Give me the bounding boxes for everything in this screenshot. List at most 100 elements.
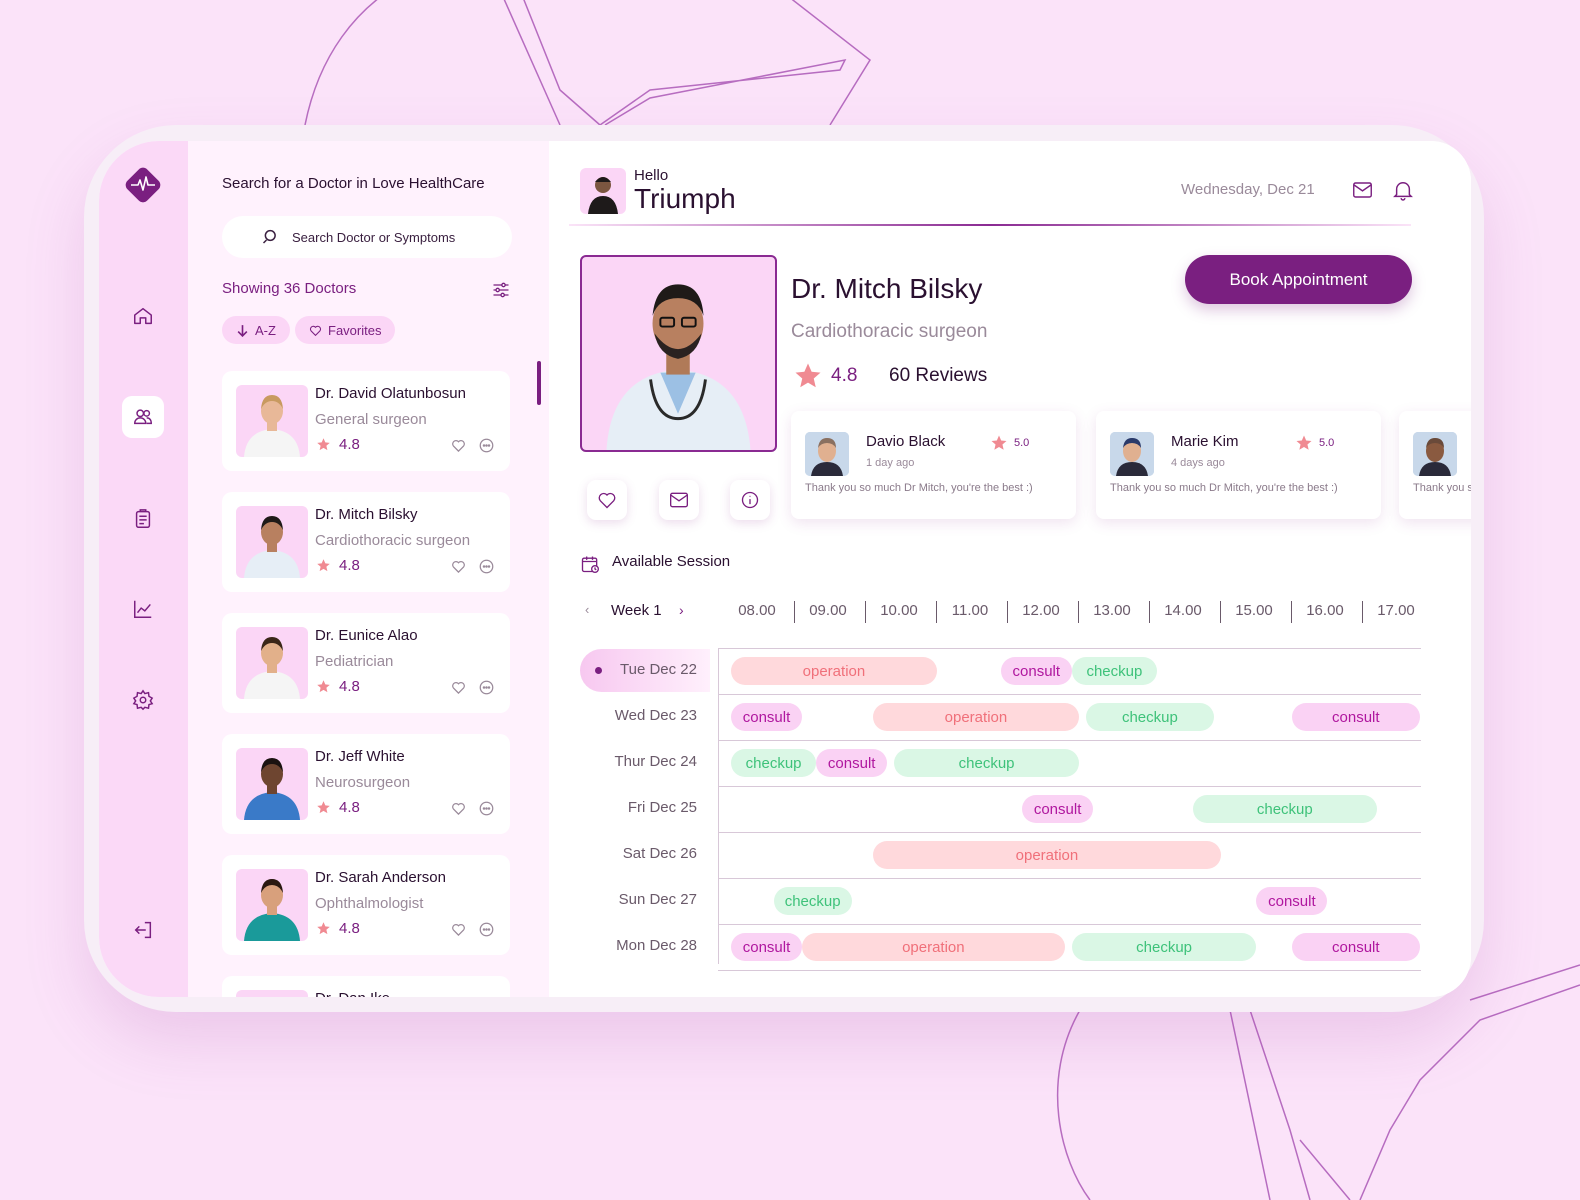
hour-label: 12.00 xyxy=(1022,602,1060,619)
day-label[interactable]: Sun Dec 27 xyxy=(580,891,697,908)
checkup-session-pill[interactable]: checkup xyxy=(894,749,1079,777)
schedule-row-line xyxy=(718,786,1421,787)
doctor-card-specialty: General surgeon xyxy=(315,411,427,428)
review-rating: 5.0 xyxy=(1319,437,1335,449)
schedule-row-line xyxy=(718,694,1421,695)
favorites-chip[interactable]: Favorites xyxy=(295,316,396,344)
greeting: Hello xyxy=(634,167,669,184)
more-icon[interactable] xyxy=(479,559,494,574)
nav-home[interactable] xyxy=(122,295,164,337)
reviewer-avatar xyxy=(1413,432,1457,476)
doctor-card-specialty: Ophthalmologist xyxy=(315,895,424,912)
current-date: Wednesday, Dec 21 xyxy=(1181,181,1315,198)
doctor-card[interactable]: Dr. Eunice Alao Pediatrician 4.8 xyxy=(222,613,510,713)
heart-icon[interactable] xyxy=(451,801,466,816)
heart-icon[interactable] xyxy=(451,922,466,937)
checkup-session-pill[interactable]: checkup xyxy=(1192,795,1378,823)
operation-session-pill[interactable]: operation xyxy=(802,933,1065,961)
hour-label: 15.00 xyxy=(1235,602,1273,619)
operation-session-pill[interactable]: operation xyxy=(873,703,1079,731)
star-icon xyxy=(795,363,821,388)
user-avatar[interactable] xyxy=(580,168,626,214)
filter-icon[interactable] xyxy=(491,280,511,300)
heart-icon[interactable] xyxy=(451,438,466,453)
favorite-button[interactable] xyxy=(587,480,627,520)
day-label[interactable]: Thur Dec 24 xyxy=(580,753,697,770)
week-label: Week 1 xyxy=(611,602,662,619)
doctor-thumbnail xyxy=(236,869,308,941)
header-divider xyxy=(569,224,1411,226)
more-icon[interactable] xyxy=(479,922,494,937)
consult-session-pill[interactable]: consult xyxy=(1256,887,1328,915)
doctor-card[interactable]: Dr. Mitch Bilsky Cardiothoracic surgeon 4.… xyxy=(222,492,510,592)
checkup-session-pill[interactable]: checkup xyxy=(731,749,817,777)
checkup-session-pill[interactable]: checkup xyxy=(1086,703,1214,731)
hour-separator xyxy=(1149,601,1150,623)
schedule-row-line xyxy=(718,832,1421,833)
hour-label: 16.00 xyxy=(1306,602,1344,619)
more-icon[interactable] xyxy=(479,438,494,453)
doctor-card[interactable]: Dr. Dan Ike xyxy=(222,976,510,997)
scrollbar-thumb[interactable] xyxy=(537,361,541,405)
checkup-session-pill[interactable]: checkup xyxy=(1071,933,1257,961)
day-label[interactable]: Mon Dec 28 xyxy=(580,937,697,954)
more-icon[interactable] xyxy=(479,801,494,816)
consult-session-pill[interactable]: consult xyxy=(731,933,802,961)
info-button[interactable] xyxy=(730,480,770,520)
arrow-down-icon xyxy=(237,324,248,337)
bell-icon[interactable] xyxy=(1393,179,1413,201)
day-label[interactable]: Sat Dec 26 xyxy=(580,845,697,862)
checkup-session-pill[interactable]: checkup xyxy=(773,887,852,915)
consult-session-pill[interactable]: consult xyxy=(731,703,802,731)
doctor-count: Showing 36 Doctors xyxy=(222,280,357,297)
schedule-row-line xyxy=(718,878,1421,879)
consult-session-pill[interactable]: consult xyxy=(1291,933,1420,961)
doctor-thumbnail xyxy=(236,385,308,457)
operation-session-pill[interactable]: operation xyxy=(731,657,937,685)
day-label[interactable]: Wed Dec 23 xyxy=(580,707,697,724)
next-week-button[interactable]: › xyxy=(679,602,684,618)
consult-session-pill[interactable]: consult xyxy=(1291,703,1420,731)
day-label[interactable]: Tue Dec 22 xyxy=(580,661,697,678)
info-icon xyxy=(741,491,759,509)
consult-session-pill[interactable]: consult xyxy=(1000,657,1072,685)
heart-icon[interactable] xyxy=(451,680,466,695)
sort-chip[interactable]: A-Z xyxy=(222,316,290,344)
review-card: Marie Kim 5.0 4 days ago Thank you so much … xyxy=(1096,411,1381,519)
reviewer-name: Davio Black xyxy=(866,433,946,450)
day-label[interactable]: Fri Dec 25 xyxy=(580,799,697,816)
nav-doctors[interactable] xyxy=(122,396,164,438)
nav-logout[interactable] xyxy=(122,909,164,951)
operation-session-pill[interactable]: operation xyxy=(873,841,1221,869)
nav-analytics[interactable] xyxy=(122,588,164,630)
hour-label: 17.00 xyxy=(1377,602,1415,619)
heart-icon[interactable] xyxy=(451,559,466,574)
icon-sidebar xyxy=(99,141,188,997)
consult-session-pill[interactable]: consult xyxy=(816,749,888,777)
doctor-card-rating: 4.8 xyxy=(339,799,360,816)
star-icon xyxy=(316,679,331,694)
star-icon xyxy=(316,921,331,936)
message-button[interactable] xyxy=(659,480,699,520)
doctor-reviews-count[interactable]: 60 Reviews xyxy=(889,365,987,387)
consult-session-pill[interactable]: consult xyxy=(1022,795,1094,823)
checkup-session-pill[interactable]: checkup xyxy=(1071,657,1157,685)
doctor-card-name: Dr. Dan Ike xyxy=(315,990,390,997)
sort-label: A-Z xyxy=(255,322,276,338)
reviewer-avatar xyxy=(805,432,849,476)
more-icon[interactable] xyxy=(479,680,494,695)
doctor-card[interactable]: Dr. Jeff White Neurosurgeon 4.8 xyxy=(222,734,510,834)
schedule-row-line xyxy=(718,924,1421,925)
mail-icon[interactable] xyxy=(1352,180,1373,200)
prev-week-button[interactable]: ‹ xyxy=(585,602,589,617)
doctor-card[interactable]: Dr. David Olatunbosun General surgeon 4.8 xyxy=(222,371,510,471)
heart-icon xyxy=(309,325,322,336)
app-screen: Search for a Doctor in Love HealthCare S… xyxy=(99,141,1471,997)
doctor-card[interactable]: Dr. Sarah Anderson Ophthalmologist 4.8 xyxy=(222,855,510,955)
nav-records[interactable] xyxy=(122,498,164,540)
hour-separator xyxy=(1362,601,1363,623)
search-input[interactable]: Search Doctor or Symptoms xyxy=(222,216,512,258)
doctor-card-rating: 4.8 xyxy=(339,920,360,937)
nav-settings[interactable] xyxy=(122,679,164,721)
book-appointment-button[interactable]: Book Appointment xyxy=(1185,255,1412,304)
